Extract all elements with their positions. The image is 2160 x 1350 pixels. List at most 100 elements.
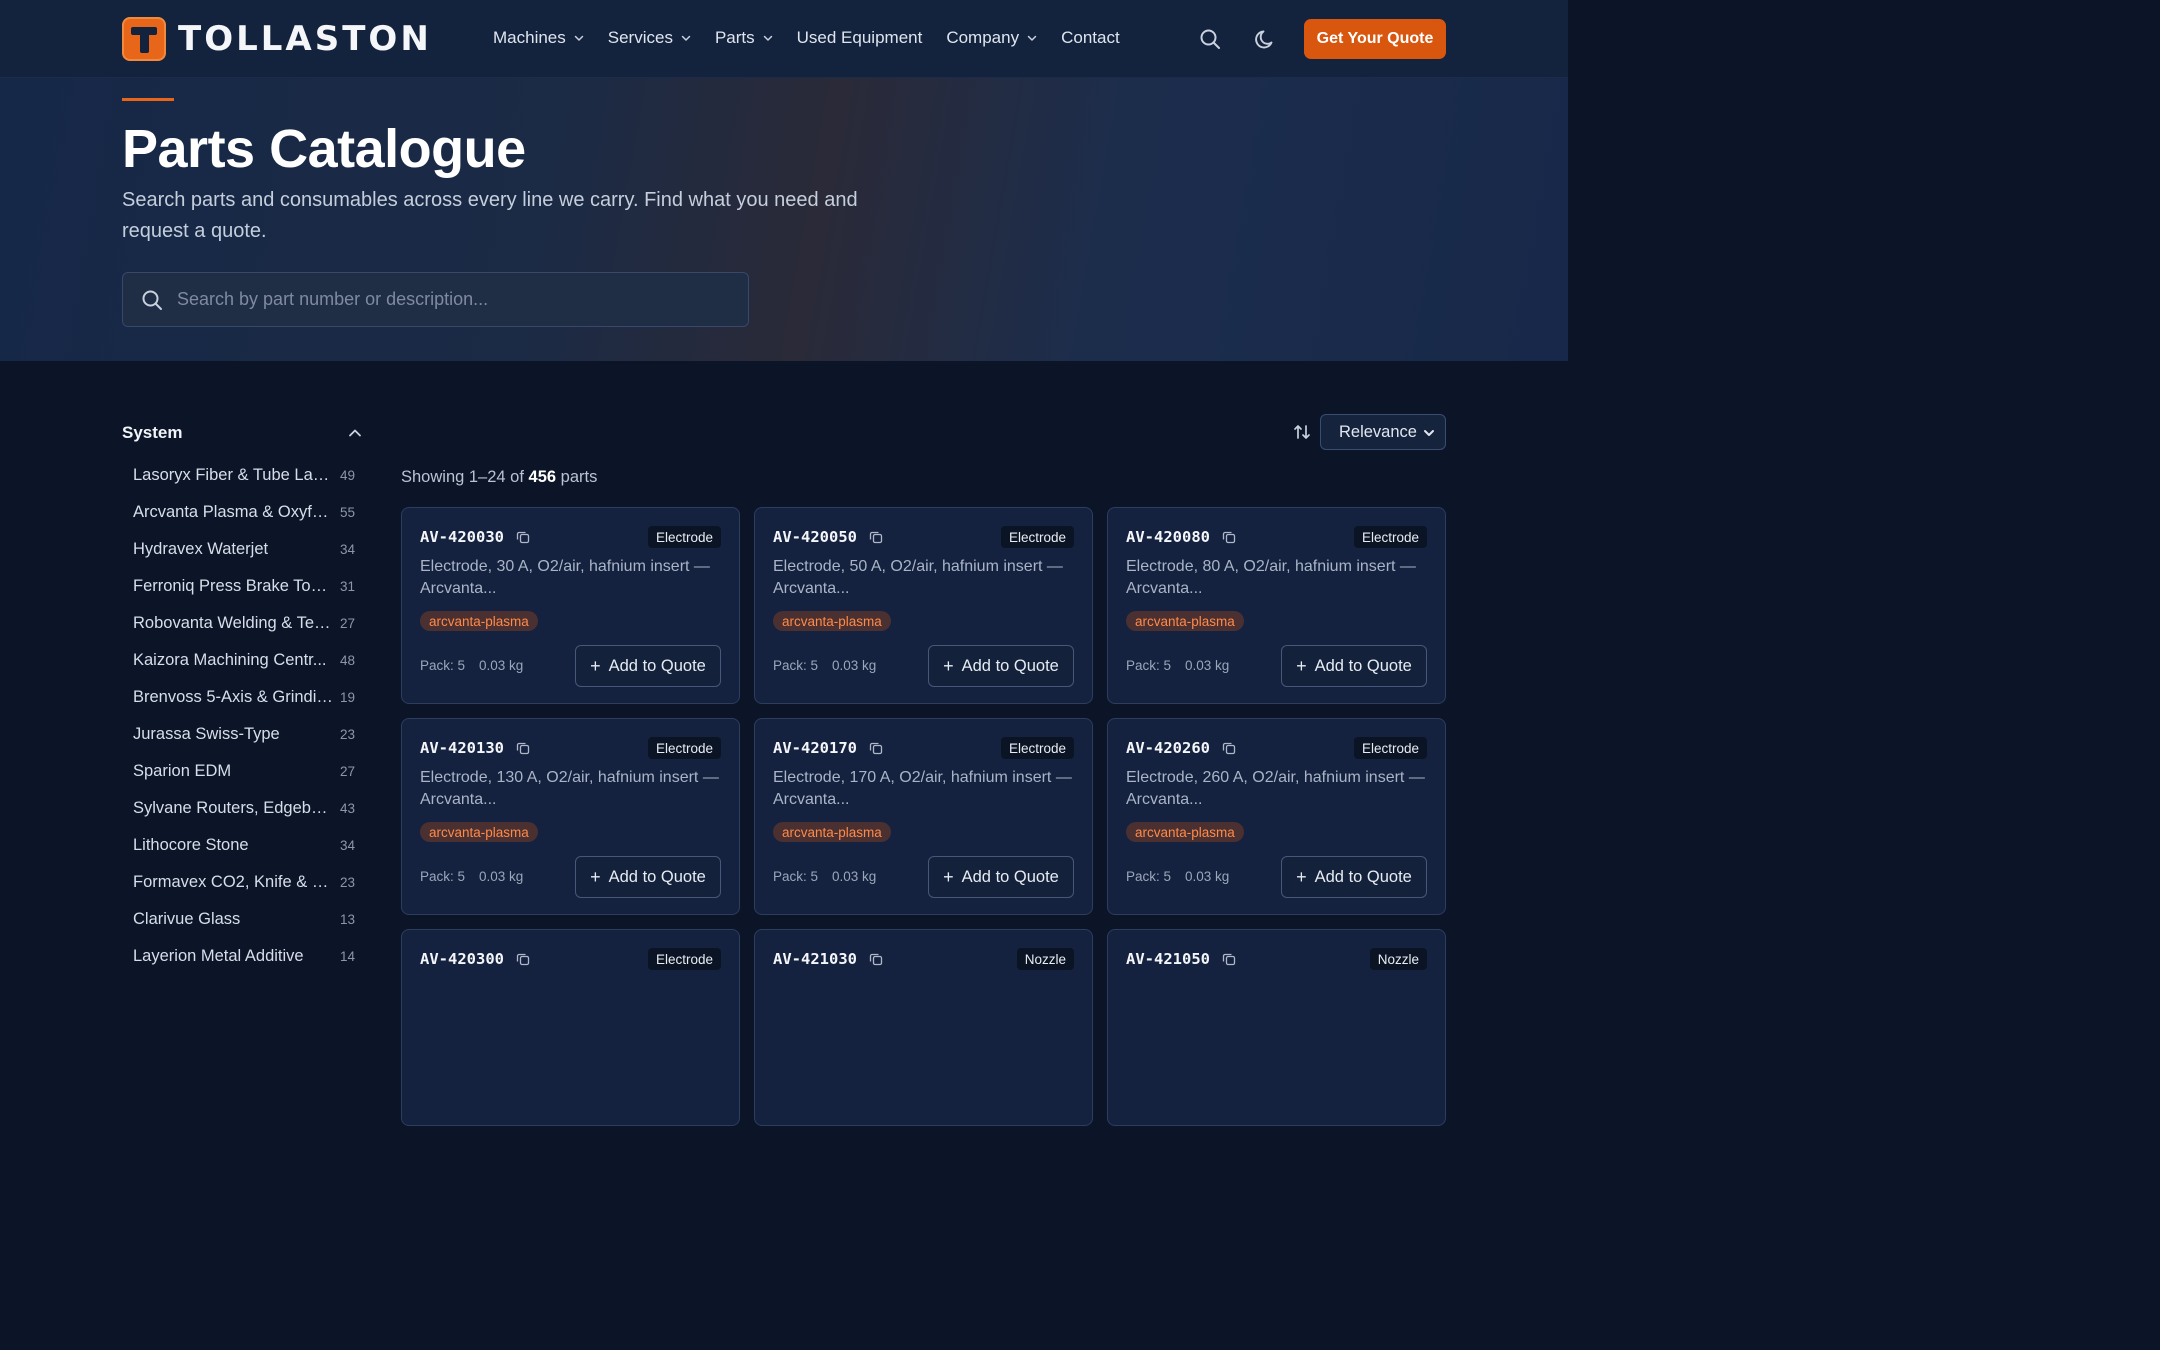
filter-group-header[interactable]: System bbox=[122, 420, 364, 446]
search-icon[interactable] bbox=[1197, 26, 1223, 52]
pack-size: Pack: 5 bbox=[420, 869, 466, 884]
filter-item[interactable]: Arcvanta Plasma & Oxyfuel 55 bbox=[122, 494, 364, 531]
filter-item[interactable]: Formavex CO2, Knife & F... 23 bbox=[122, 864, 364, 901]
hero-accent-line bbox=[122, 98, 174, 101]
copy-icon[interactable] bbox=[516, 741, 530, 755]
sort-select[interactable]: Relevance bbox=[1320, 414, 1446, 450]
filter-item-count: 48 bbox=[339, 653, 355, 668]
filter-item-count: 13 bbox=[339, 912, 355, 927]
part-card[interactable]: AV-420130 Electrode Electrode, 130 A, O2/a… bbox=[401, 718, 740, 915]
filter-item[interactable]: Sparion EDM 27 bbox=[122, 753, 364, 790]
part-description: Electrode, 170 A, O2/air, hafnium insert… bbox=[773, 769, 1072, 808]
part-description: Electrode, 80 A, O2/air, hafnium insert … bbox=[1126, 558, 1416, 597]
copy-icon[interactable] bbox=[869, 952, 883, 966]
chevron-up-icon[interactable] bbox=[348, 426, 362, 440]
part-number: AV-421030 bbox=[773, 950, 857, 968]
copy-icon[interactable] bbox=[516, 952, 530, 966]
system-tag[interactable]: arcvanta-plasma bbox=[420, 611, 538, 631]
copy-icon[interactable] bbox=[869, 741, 883, 755]
category-badge: Electrode bbox=[1353, 526, 1427, 548]
brand-logo[interactable]: TOLLASTON bbox=[122, 17, 432, 61]
add-to-quote-button[interactable]: + Add to Quote bbox=[1281, 856, 1427, 898]
part-meta: Pack: 5 0.03 kg bbox=[420, 658, 523, 673]
category-badge: Nozzle bbox=[1369, 948, 1427, 970]
copy-icon[interactable] bbox=[1222, 952, 1236, 966]
pack-size: Pack: 5 bbox=[1126, 869, 1172, 884]
search-input[interactable] bbox=[177, 289, 717, 310]
filter-item[interactable]: Layerion Metal Additive 14 bbox=[122, 938, 364, 975]
filter-item-count: 19 bbox=[339, 690, 355, 705]
nav-item-company[interactable]: Company bbox=[946, 28, 1037, 48]
filter-item[interactable]: Clarivue Glass 13 bbox=[122, 901, 364, 938]
part-card[interactable]: AV-420260 Electrode Electrode, 260 A, O2/a… bbox=[1107, 718, 1446, 915]
nav-item-parts[interactable]: Parts bbox=[715, 28, 773, 48]
page-subtitle: Search parts and consumables across ever… bbox=[122, 189, 858, 242]
get-quote-button[interactable]: Get Your Quote bbox=[1304, 19, 1446, 59]
part-number-row: AV-420080 bbox=[1126, 528, 1236, 546]
part-number: AV-420300 bbox=[420, 950, 504, 968]
search-input-icon bbox=[142, 290, 162, 310]
system-tag[interactable]: arcvanta-plasma bbox=[773, 822, 891, 842]
pack-size: Pack: 5 bbox=[1126, 658, 1172, 673]
part-card[interactable]: AV-420170 Electrode Electrode, 170 A, O2/a… bbox=[754, 718, 1093, 915]
add-to-quote-label: Add to Quote bbox=[961, 656, 1059, 675]
copy-icon[interactable] bbox=[516, 530, 530, 544]
filter-item[interactable]: Kaizora Machining Centr... 48 bbox=[122, 642, 364, 679]
copy-icon[interactable] bbox=[869, 530, 883, 544]
part-card[interactable]: AV-420050 Electrode Electrode, 50 A, O2/ai… bbox=[754, 507, 1093, 704]
page-title: Parts Catalogue bbox=[122, 119, 526, 179]
part-card[interactable]: AV-420080 Electrode Electrode, 80 A, O2/ai… bbox=[1107, 507, 1446, 704]
nav-item-used-equipment[interactable]: Used Equipment bbox=[797, 28, 923, 48]
filter-item[interactable]: Brenvoss 5-Axis & Grinding 19 bbox=[122, 679, 364, 716]
nav-item-services[interactable]: Services bbox=[608, 28, 691, 48]
part-card[interactable]: AV-420300 Electrode bbox=[401, 929, 740, 1126]
system-tag[interactable]: arcvanta-plasma bbox=[420, 822, 538, 842]
filter-item[interactable]: Lasoryx Fiber & Tube Laser 49 bbox=[122, 457, 364, 494]
add-to-quote-button[interactable]: + Add to Quote bbox=[928, 856, 1074, 898]
system-tag[interactable]: arcvanta-plasma bbox=[1126, 822, 1244, 842]
add-to-quote-button[interactable]: + Add to Quote bbox=[1281, 645, 1427, 687]
nav-item-contact[interactable]: Contact bbox=[1061, 28, 1120, 48]
copy-icon[interactable] bbox=[1222, 530, 1236, 544]
filter-item-count: 49 bbox=[339, 468, 355, 483]
filter-item[interactable]: Jurassa Swiss-Type 23 bbox=[122, 716, 364, 753]
part-weight: 0.03 kg bbox=[479, 869, 524, 884]
filter-item-label: Sparion EDM bbox=[133, 762, 232, 780]
brand-name: TOLLASTON bbox=[178, 19, 432, 59]
part-number-row: AV-420170 bbox=[773, 739, 883, 757]
part-number: AV-421050 bbox=[1126, 950, 1210, 968]
nav-item-machines[interactable]: Machines bbox=[493, 28, 584, 48]
plus-icon: + bbox=[1296, 867, 1307, 887]
part-description: Electrode, 130 A, O2/air, hafnium insert… bbox=[420, 769, 719, 808]
part-number-row: AV-420130 bbox=[420, 739, 530, 757]
filter-item[interactable]: Robovanta Welding & Ten... 27 bbox=[122, 605, 364, 642]
part-number-row: AV-420300 bbox=[420, 950, 530, 968]
filter-list: Lasoryx Fiber & Tube Laser 49 Arcvanta Pla… bbox=[122, 457, 364, 975]
nav-label: Contact bbox=[1061, 28, 1120, 47]
search-box[interactable] bbox=[122, 272, 749, 327]
part-card[interactable]: AV-421050 Nozzle bbox=[1107, 929, 1446, 1126]
system-tag[interactable]: arcvanta-plasma bbox=[773, 611, 891, 631]
filter-item[interactable]: Ferroniq Press Brake Tool... 31 bbox=[122, 568, 364, 605]
chevron-down-icon bbox=[574, 35, 584, 41]
add-to-quote-button[interactable]: + Add to Quote bbox=[575, 645, 721, 687]
add-to-quote-label: Add to Quote bbox=[1314, 867, 1412, 886]
part-card[interactable]: AV-421030 Nozzle bbox=[754, 929, 1093, 1126]
system-tag[interactable]: arcvanta-plasma bbox=[1126, 611, 1244, 631]
part-card[interactable]: AV-420030 Electrode Electrode, 30 A, O2/ai… bbox=[401, 507, 740, 704]
part-meta: Pack: 5 0.03 kg bbox=[773, 869, 876, 884]
add-to-quote-button[interactable]: + Add to Quote bbox=[575, 856, 721, 898]
part-meta: Pack: 5 0.03 kg bbox=[420, 869, 523, 884]
filter-item-label: Ferroniq Press Brake Tool... bbox=[133, 577, 333, 595]
filter-item[interactable]: Lithocore Stone 34 bbox=[122, 827, 364, 864]
part-number: AV-420170 bbox=[773, 739, 857, 757]
copy-icon[interactable] bbox=[1222, 741, 1236, 755]
filter-item[interactable]: Sylvane Routers, Edgeba... 43 bbox=[122, 790, 364, 827]
filter-item[interactable]: Hydravex Waterjet 34 bbox=[122, 531, 364, 568]
add-to-quote-button[interactable]: + Add to Quote bbox=[928, 645, 1074, 687]
chevron-down-icon bbox=[681, 35, 691, 41]
top-navbar: TOLLASTON Machines Services Parts Used Equi… bbox=[0, 0, 1568, 78]
filter-sidebar: System Lasoryx Fiber & Tube Laser 49 Arcva… bbox=[122, 420, 364, 975]
part-number-row: AV-420260 bbox=[1126, 739, 1236, 757]
moon-icon[interactable] bbox=[1253, 26, 1279, 52]
